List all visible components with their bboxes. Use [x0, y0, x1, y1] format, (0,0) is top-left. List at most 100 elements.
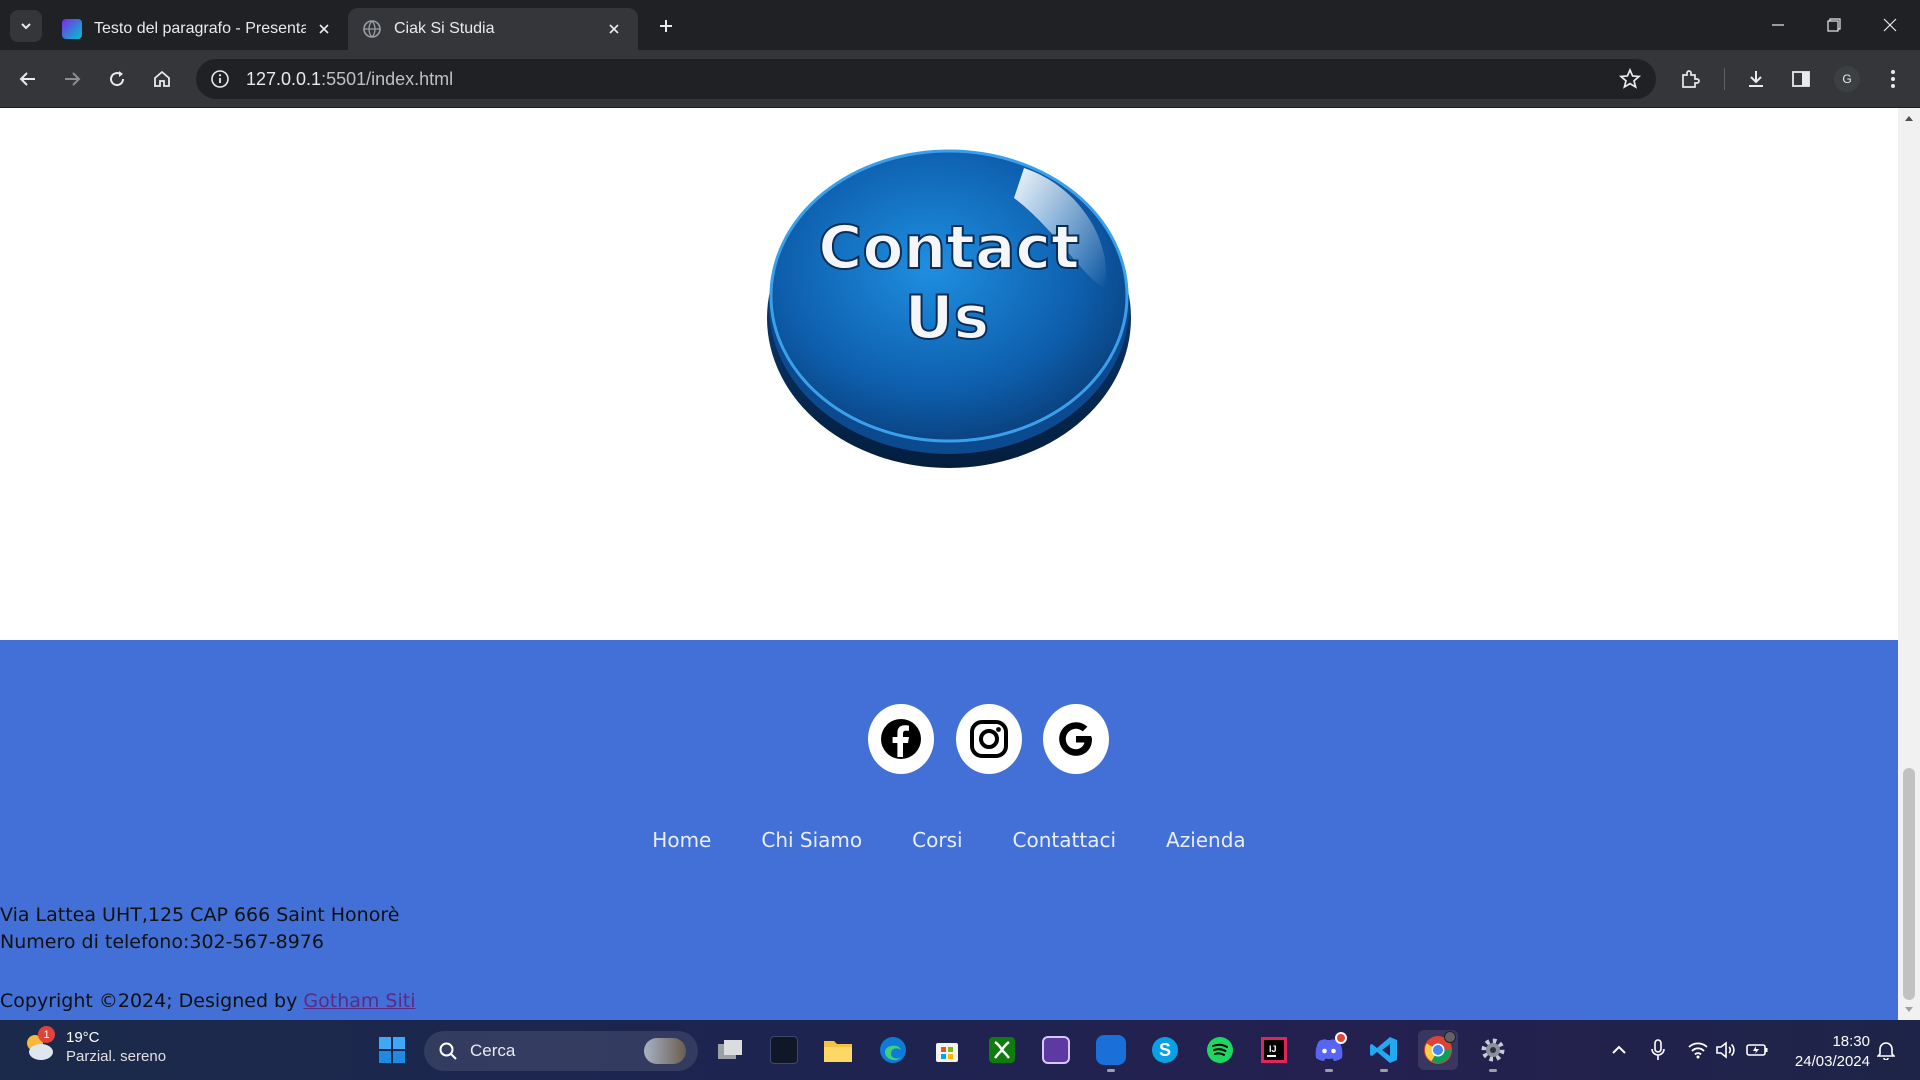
footer-nav-contattaci[interactable]: Contattaci — [1013, 828, 1116, 852]
tab-search-button[interactable] — [10, 10, 42, 42]
microphone-tray[interactable] — [1646, 1038, 1670, 1062]
xbox-icon — [989, 1037, 1015, 1063]
page-viewport: Contact Us Home Chi Siamo Corsi Contatta… — [0, 108, 1920, 1020]
network-tray[interactable] — [1686, 1038, 1710, 1062]
reload-icon — [110, 71, 125, 87]
scroll-up-arrow-icon[interactable] — [1903, 112, 1915, 124]
restore-icon — [1827, 18, 1841, 32]
taskbar-settings[interactable] — [1473, 1030, 1513, 1072]
extensions-button[interactable] — [1674, 63, 1706, 95]
close-icon[interactable] — [314, 19, 334, 39]
svg-text:IJ: IJ — [1269, 1044, 1277, 1054]
notification-dot — [1335, 1032, 1347, 1044]
start-button[interactable] — [372, 1030, 412, 1070]
url-host: 127.0.0.1 — [246, 68, 322, 89]
side-panel-button[interactable] — [1785, 63, 1817, 95]
facebook-link[interactable] — [868, 704, 934, 774]
footer-copyright: Copyright ©2024; Designed by Gotham Siti — [0, 990, 416, 1012]
weather-widget[interactable]: 1 19°C Parzial. sereno — [22, 1026, 167, 1066]
search-placeholder: Cerca — [470, 1041, 516, 1060]
footer-nav-azienda[interactable]: Azienda — [1166, 828, 1246, 852]
phone-line: Numero di telefono:302-567-8976 — [0, 931, 324, 953]
canva-favicon-icon — [62, 19, 82, 39]
taskbar-app-gotham[interactable] — [764, 1030, 804, 1070]
skype-icon: S — [1152, 1037, 1178, 1063]
volume-tray[interactable] — [1714, 1038, 1738, 1062]
show-hidden-icons-button[interactable] — [1607, 1038, 1631, 1062]
footer-address: Via Lattea UHT,125 CAP 666 Saint Honorè … — [0, 902, 399, 956]
menu-button[interactable] — [1877, 63, 1909, 95]
intellij-icon: IJ — [1261, 1037, 1287, 1063]
home-button[interactable] — [146, 63, 178, 95]
partly-cloudy-icon: 1 — [22, 1026, 56, 1064]
plus-icon — [660, 20, 672, 32]
clock-date: 24/03/2024 — [1794, 1053, 1870, 1070]
browser-toolbar: 127.0.0.1:5501/index.html G — [0, 50, 1920, 108]
instagram-link[interactable] — [956, 704, 1022, 774]
back-button[interactable] — [12, 63, 44, 95]
notifications-button[interactable] — [1874, 1038, 1898, 1062]
purple-app-icon — [1042, 1036, 1070, 1064]
footer-nav-chi-siamo[interactable]: Chi Siamo — [761, 828, 862, 852]
arrow-left-icon — [19, 72, 35, 86]
battery-tray[interactable] — [1745, 1038, 1769, 1062]
new-tab-button[interactable] — [652, 12, 680, 40]
contact-image-text-line1: Contact — [818, 213, 1079, 283]
google-link[interactable] — [1043, 704, 1109, 774]
minimize-icon — [1772, 24, 1784, 26]
address-bar[interactable]: 127.0.0.1:5501/index.html — [196, 59, 1656, 99]
download-icon — [1749, 71, 1763, 87]
reload-button[interactable] — [101, 63, 133, 95]
weather-description: Parzial. sereno — [66, 1048, 167, 1065]
taskbar-skype[interactable]: S — [1145, 1030, 1185, 1070]
footer-nav-corsi[interactable]: Corsi — [912, 828, 962, 852]
url-text[interactable]: 127.0.0.1:5501/index.html — [246, 69, 453, 90]
tab-title: Ciak Si Studia — [394, 20, 495, 37]
window-close-button[interactable] — [1862, 0, 1918, 50]
forward-button[interactable] — [56, 63, 88, 95]
info-icon[interactable] — [208, 67, 232, 91]
designer-link[interactable]: Gotham Siti — [303, 990, 415, 1012]
bookmark-star-icon[interactable] — [1618, 67, 1642, 91]
tab-ciak-si-studia[interactable]: Ciak Si Studia — [348, 8, 638, 50]
profile-avatar[interactable]: G — [1834, 66, 1860, 92]
close-icon[interactable] — [604, 19, 624, 39]
taskbar-search[interactable]: Cerca — [424, 1031, 698, 1071]
taskbar-clock[interactable]: 18:30 24/03/2024 — [1778, 1032, 1870, 1072]
chevron-down-icon — [21, 23, 31, 30]
restore-button[interactable] — [1806, 0, 1862, 50]
footer-nav-home[interactable]: Home — [652, 828, 711, 852]
taskbar-discord[interactable] — [1309, 1030, 1349, 1072]
search-icon — [439, 1042, 457, 1060]
edge-icon — [880, 1037, 906, 1063]
tab-presentazione[interactable]: Testo del paragrafo - Presentazi — [48, 8, 348, 50]
taskbar-vscode[interactable] — [1364, 1030, 1404, 1072]
page-scrollbar[interactable] — [1898, 108, 1920, 1020]
taskbar-store[interactable] — [927, 1030, 967, 1070]
svg-text:S: S — [1159, 1040, 1171, 1060]
taskbar-app-blue[interactable] — [1091, 1030, 1131, 1072]
folder-icon — [824, 1041, 852, 1062]
taskbar-intellij[interactable]: IJ — [1254, 1030, 1294, 1070]
kebab-menu-icon — [1891, 70, 1895, 88]
contact-us-button-image[interactable]: Contact Us — [764, 128, 1134, 478]
copyright-text: Copyright ©2024; Designed by — [0, 990, 304, 1012]
taskbar-xbox[interactable] — [982, 1030, 1022, 1070]
taskbar-app-purple[interactable] — [1036, 1030, 1076, 1070]
taskbar-file-explorer[interactable] — [818, 1030, 858, 1070]
chevron-up-icon — [1612, 1045, 1626, 1054]
scrollbar-thumb[interactable] — [1903, 768, 1915, 1000]
taskbar-edge[interactable] — [873, 1030, 913, 1070]
taskbar-chrome[interactable] — [1418, 1030, 1458, 1070]
taskbar-spotify[interactable] — [1200, 1030, 1240, 1070]
search-highlight-icon — [644, 1038, 686, 1064]
task-view-button[interactable] — [710, 1030, 750, 1070]
minimize-button[interactable] — [1750, 0, 1806, 50]
vscode-icon — [1370, 1037, 1397, 1063]
blue-chat-app-icon — [1096, 1035, 1126, 1065]
gotham-app-icon — [770, 1036, 798, 1064]
microphone-icon — [1651, 1039, 1665, 1060]
downloads-button[interactable] — [1740, 63, 1772, 95]
instagram-icon — [970, 720, 1008, 758]
scroll-down-arrow-icon[interactable] — [1903, 1004, 1915, 1016]
